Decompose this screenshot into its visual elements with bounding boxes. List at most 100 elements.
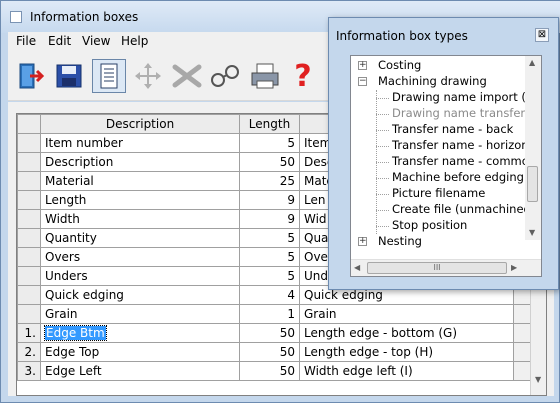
scroll-down-icon[interactable]: ▼ [529, 228, 535, 237]
table-row[interactable]: 3. Edge Left 50 Width edge left (I) [17, 361, 532, 381]
row-number [17, 209, 41, 229]
list-button[interactable] [92, 59, 126, 93]
cell-description[interactable]: Width [40, 209, 240, 229]
grid-filler-cell [513, 361, 532, 381]
cell-description[interactable]: Quantity [40, 228, 240, 248]
cell-description[interactable]: Edge Btm [40, 323, 240, 343]
collapse-icon[interactable]: − [358, 77, 367, 86]
tree-item[interactable]: Transfer name - common [392, 154, 536, 168]
tree-vertical-scrollbar[interactable]: ▲ ▼ [525, 56, 541, 240]
tree-item[interactable]: Stop position [392, 218, 467, 232]
cell-length[interactable]: 5 [239, 247, 300, 267]
selected-cell-text[interactable]: Edge Btm [44, 325, 107, 341]
info-box-types-window: Information box types ⊠ + Costing − Machini… [328, 17, 559, 290]
row-number: 2. [17, 342, 41, 362]
row-number: 3. [17, 361, 41, 381]
menu-view[interactable]: View [82, 34, 110, 48]
move-button[interactable] [131, 59, 165, 93]
print-button[interactable] [248, 59, 282, 93]
row-number [17, 190, 41, 210]
cell-description[interactable]: Description [40, 152, 240, 172]
tree-item[interactable]: Drawing name transfer (U) [392, 106, 541, 120]
cell-description[interactable]: Overs [40, 247, 240, 267]
cell-length[interactable]: 9 [239, 190, 300, 210]
tree-item[interactable]: Costing [378, 58, 421, 72]
grid-filler-cell [513, 323, 532, 343]
horizontal-scroll-thumb[interactable]: III [367, 262, 507, 274]
scroll-right-icon[interactable]: ▶ [511, 263, 517, 272]
tree-connector [376, 146, 389, 147]
tree-item[interactable]: Drawing name import (S) [392, 90, 538, 104]
expand-icon[interactable]: + [358, 237, 367, 246]
cell-length[interactable]: 9 [239, 209, 300, 229]
find-button[interactable] [208, 59, 242, 93]
tree-item[interactable]: Create file (unmachined part) [392, 202, 541, 216]
tree-connector [376, 194, 389, 195]
cell-length[interactable]: 4 [239, 285, 300, 305]
tree-item[interactable]: Transfer name - horizontal [392, 138, 541, 152]
tree-horizontal-scrollbar[interactable]: ◀ III ▶ [351, 259, 541, 276]
expand-icon[interactable]: + [358, 61, 367, 70]
tree-connector [376, 90, 377, 234]
tree-item[interactable]: Nesting [378, 234, 422, 248]
cell-value[interactable]: Length edge - bottom (G) [299, 323, 514, 343]
cell-description[interactable]: Edge Top [40, 342, 240, 362]
exit-button[interactable] [14, 59, 48, 93]
menu-file[interactable]: File [16, 34, 36, 48]
cell-length[interactable]: 50 [239, 342, 300, 362]
table-row[interactable]: 1. Edge Btm 50 Length edge - bottom (G) [17, 323, 532, 343]
exit-icon [19, 63, 45, 89]
scroll-down-icon[interactable]: ▼ [535, 375, 541, 384]
cell-length[interactable]: 5 [239, 133, 300, 153]
tree-item[interactable]: Machining drawing [378, 74, 487, 88]
cell-length[interactable]: 50 [239, 323, 300, 343]
print-icon [251, 63, 279, 89]
cell-description[interactable]: Material [40, 171, 240, 191]
column-header-length[interactable]: Length [239, 114, 300, 134]
close-icon[interactable]: ⊠ [535, 28, 549, 42]
row-number [17, 171, 41, 191]
cell-description[interactable]: Length [40, 190, 240, 210]
help-icon: ? [294, 58, 312, 94]
help-button[interactable]: ? [286, 58, 320, 94]
tree-connector [376, 210, 389, 211]
row-number [17, 152, 41, 172]
tree-item[interactable]: Machine before edging [392, 170, 524, 184]
menu-help[interactable]: Help [121, 34, 148, 48]
table-row[interactable]: Grain 1 Grain [17, 304, 532, 324]
table-row[interactable]: 2. Edge Top 50 Length edge - top (H) [17, 342, 532, 362]
popup-title: Information box types [336, 29, 468, 43]
tree-connector [376, 98, 389, 99]
list-icon [100, 63, 118, 89]
cell-length[interactable]: 5 [239, 228, 300, 248]
row-number [17, 285, 41, 305]
cell-description[interactable]: Quick edging [40, 285, 240, 305]
cell-length[interactable]: 25 [239, 171, 300, 191]
save-icon [56, 64, 82, 88]
cell-length[interactable]: 50 [239, 361, 300, 381]
tree-item[interactable]: Transfer name - back [392, 122, 513, 136]
cell-value[interactable]: Grain [299, 304, 514, 324]
grid-header-corner [17, 114, 41, 134]
cell-value[interactable]: Length edge - top (H) [299, 342, 514, 362]
delete-button[interactable] [170, 59, 204, 93]
column-header-description[interactable]: Description [40, 114, 240, 134]
delete-icon [172, 64, 202, 88]
cell-length[interactable]: 5 [239, 266, 300, 286]
cell-description[interactable]: Unders [40, 266, 240, 286]
cell-length[interactable]: 1 [239, 304, 300, 324]
scroll-up-icon[interactable]: ▲ [529, 58, 535, 67]
cell-description[interactable]: Grain [40, 304, 240, 324]
cell-description[interactable]: Edge Left [40, 361, 240, 381]
cell-length[interactable]: 50 [239, 152, 300, 172]
move-icon [135, 63, 161, 89]
tree-connector [376, 114, 389, 115]
save-button[interactable] [52, 59, 86, 93]
vertical-scroll-thumb[interactable] [527, 166, 538, 202]
grid-filler-cell [513, 342, 532, 362]
tree-item[interactable]: Picture filename [392, 186, 485, 200]
cell-value[interactable]: Width edge left (I) [299, 361, 514, 381]
scroll-left-icon[interactable]: ◀ [354, 263, 360, 272]
cell-description[interactable]: Item number [40, 133, 240, 153]
menu-edit[interactable]: Edit [48, 34, 71, 48]
